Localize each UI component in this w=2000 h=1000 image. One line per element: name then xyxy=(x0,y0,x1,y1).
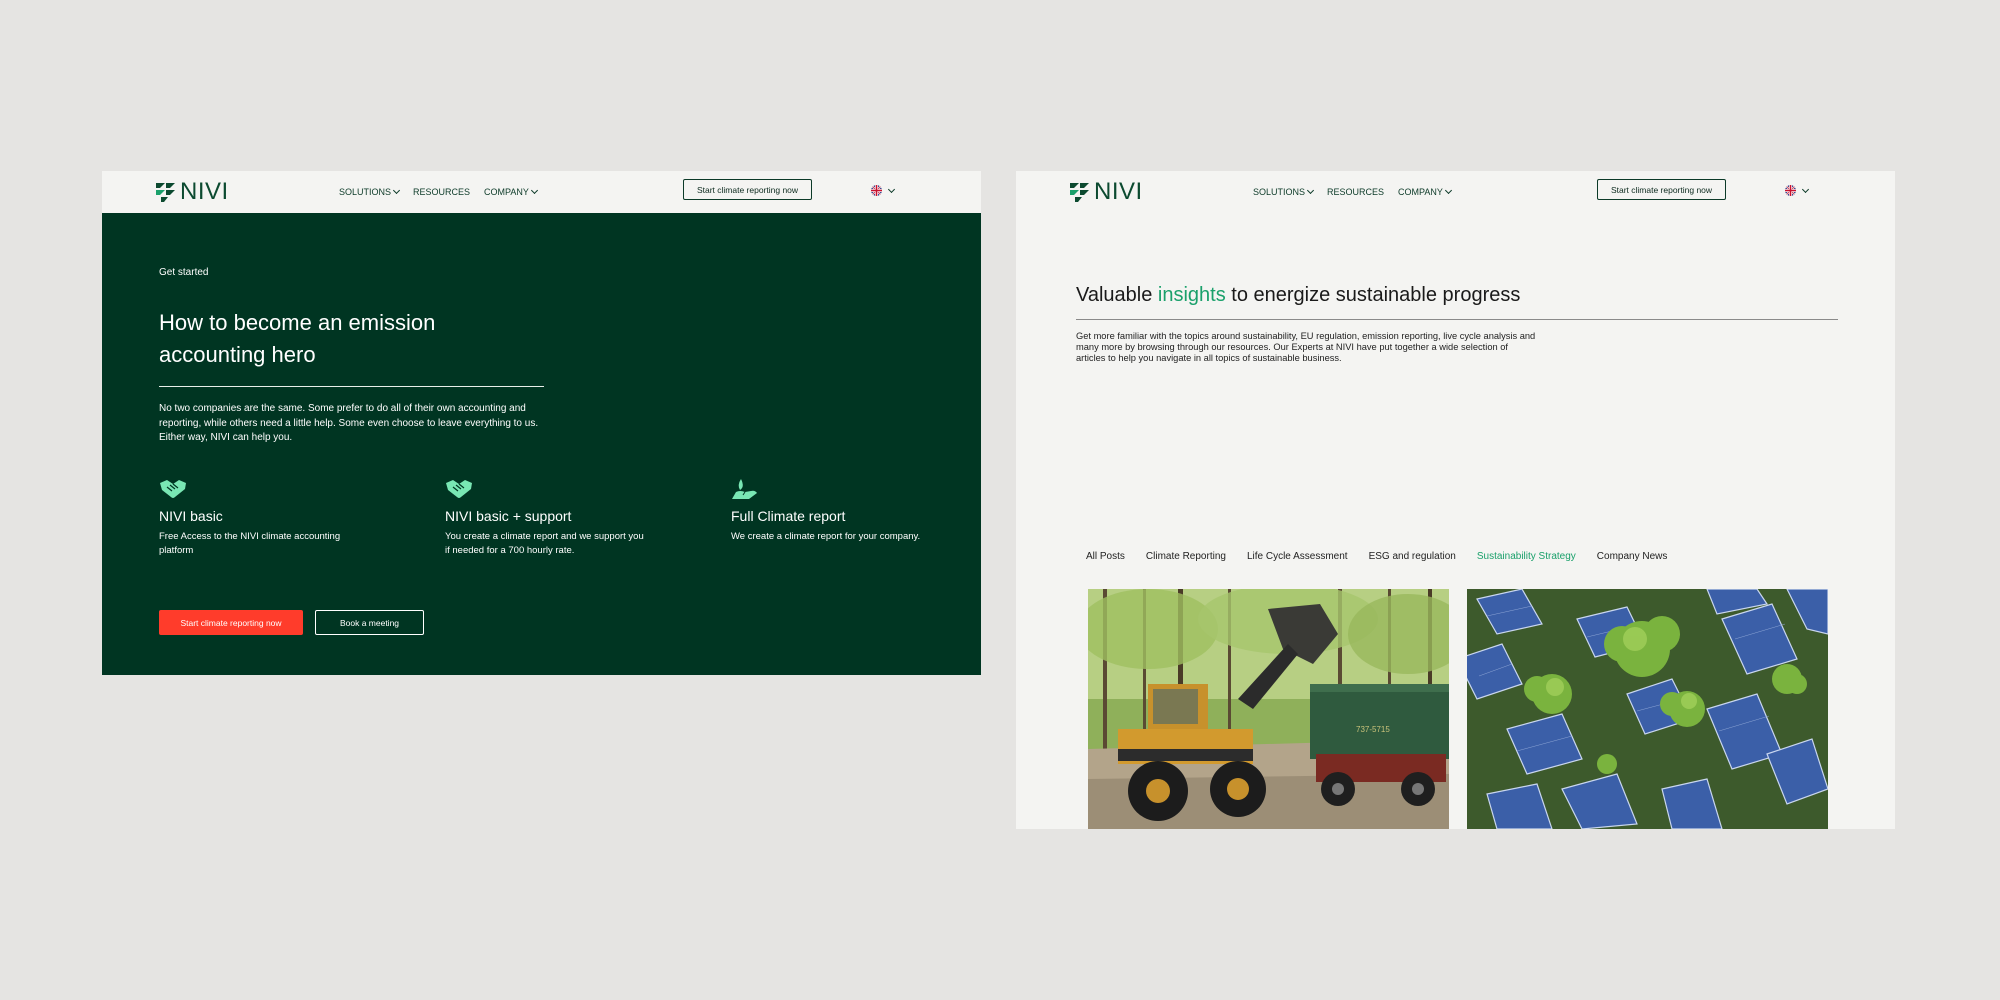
resources-page-screenshot: NIVI SOLUTIONS RESOURCES COMPANY Start c… xyxy=(1016,171,1895,829)
offer-description: We create a climate report for your comp… xyxy=(731,531,921,542)
article-card-image-solar[interactable] xyxy=(1467,589,1828,829)
chevron-down-icon xyxy=(392,186,401,195)
nav-company[interactable]: COMPANY xyxy=(484,186,538,197)
hero-title: How to become an emission accounting her… xyxy=(159,310,436,367)
nav-links: SOLUTIONS RESOURCES COMPANY xyxy=(1253,171,1465,213)
uk-flag-icon xyxy=(871,185,882,196)
offer-nivi-basic-support: NIVI basic + support You create a climat… xyxy=(445,478,675,558)
chevron-down-icon xyxy=(1801,185,1810,193)
chevron-down-icon xyxy=(530,186,538,195)
logo-text: NIVI xyxy=(1094,178,1143,205)
offer-title: NIVI basic + support xyxy=(445,508,572,524)
article-card-image-construction[interactable]: 737-5715 xyxy=(1088,589,1449,829)
offer-full-climate-report: Full Climate report We create a climate … xyxy=(731,478,961,544)
solar-panels-with-trees-photo xyxy=(1467,589,1828,829)
filter-climate-reporting[interactable]: Climate Reporting xyxy=(1146,551,1226,562)
nav-resources[interactable]: RESOURCES xyxy=(1327,187,1384,197)
filter-company-news[interactable]: Company News xyxy=(1597,551,1668,562)
insights-title-prefix: Valuable xyxy=(1076,284,1158,306)
offer-title: Full Climate report xyxy=(731,508,846,524)
nav-solutions-label: SOLUTIONS xyxy=(339,187,392,197)
language-selector[interactable] xyxy=(871,185,896,196)
hand-leaf-icon xyxy=(732,479,757,499)
nav-links: SOLUTIONS RESOURCES COMPANY xyxy=(339,171,551,213)
nav-solutions-label: SOLUTIONS xyxy=(1253,187,1306,197)
nav-company-label: COMPANY xyxy=(1398,187,1443,197)
filter-sustainability-strategy[interactable]: Sustainability Strategy xyxy=(1477,551,1576,562)
nav-resources-label: RESOURCES xyxy=(1327,187,1385,197)
logo-text: NIVI xyxy=(180,178,229,205)
nav-company[interactable]: COMPANY xyxy=(1398,186,1452,197)
wheel-loader-and-dump-truck-photo: 737-5715 xyxy=(1088,589,1449,829)
nav-company-label: COMPANY xyxy=(484,187,529,197)
top-navigation: NIVI SOLUTIONS RESOURCES COMPANY Start c… xyxy=(102,171,981,213)
nivi-logo-icon xyxy=(1070,182,1089,202)
nav-resources-label: RESOURCES xyxy=(413,187,471,197)
filter-life-cycle-assessment[interactable]: Life Cycle Assessment xyxy=(1247,551,1348,562)
book-meeting-button[interactable]: Book a meeting xyxy=(315,610,424,635)
nav-solutions[interactable]: SOLUTIONS xyxy=(339,186,401,197)
insights-title-suffix: to energize sustainable progress xyxy=(1225,284,1521,306)
hero-description: No two companies are the same. Some pref… xyxy=(159,403,539,443)
offer-nivi-basic: NIVI basic Free Access to the NIVI clima… xyxy=(159,478,389,558)
get-started-page-screenshot: NIVI SOLUTIONS RESOURCES COMPANY Start c… xyxy=(102,171,981,675)
chevron-down-icon xyxy=(1444,186,1452,195)
insights-divider xyxy=(1076,319,1838,320)
nivi-logo[interactable]: NIVI xyxy=(1070,178,1143,206)
start-reporting-button[interactable]: Start climate reporting now xyxy=(159,610,303,635)
offer-description: Free Access to the NIVI climate accounti… xyxy=(159,531,341,556)
offer-description: You create a climate report and we suppo… xyxy=(445,531,644,556)
uk-flag-icon xyxy=(1785,185,1796,196)
insights-title: Valuable insights to energize sustainabl… xyxy=(1076,284,1520,307)
nav-solutions[interactable]: SOLUTIONS xyxy=(1253,186,1315,197)
chevron-down-icon xyxy=(1306,186,1315,195)
language-selector[interactable] xyxy=(1785,185,1810,196)
offer-title: NIVI basic xyxy=(159,508,223,524)
nivi-logo[interactable]: NIVI xyxy=(156,178,229,206)
handshake-icon xyxy=(160,480,186,498)
nivi-logo-icon xyxy=(156,182,175,202)
category-filters: All Posts Climate Reporting Life Cycle A… xyxy=(1086,551,1688,562)
truck-plate-text: 737-5715 xyxy=(1356,725,1390,734)
insights-title-accent: insights xyxy=(1157,284,1226,306)
insights-description: Get more familiar with the topics around… xyxy=(1076,331,1536,363)
nav-start-reporting-button[interactable]: Start climate reporting now xyxy=(1597,179,1726,200)
top-navigation: NIVI SOLUTIONS RESOURCES COMPANY Start c… xyxy=(1016,171,1895,213)
chevron-down-icon xyxy=(887,185,896,193)
filter-all-posts[interactable]: All Posts xyxy=(1086,551,1125,562)
filter-esg-and-regulation[interactable]: ESG and regulation xyxy=(1369,551,1456,562)
handshake-icon xyxy=(446,480,472,498)
hero-divider xyxy=(159,386,544,387)
nav-resources[interactable]: RESOURCES xyxy=(413,187,470,197)
eyebrow-label: Get started xyxy=(159,267,209,278)
nav-start-reporting-button[interactable]: Start climate reporting now xyxy=(683,179,812,200)
